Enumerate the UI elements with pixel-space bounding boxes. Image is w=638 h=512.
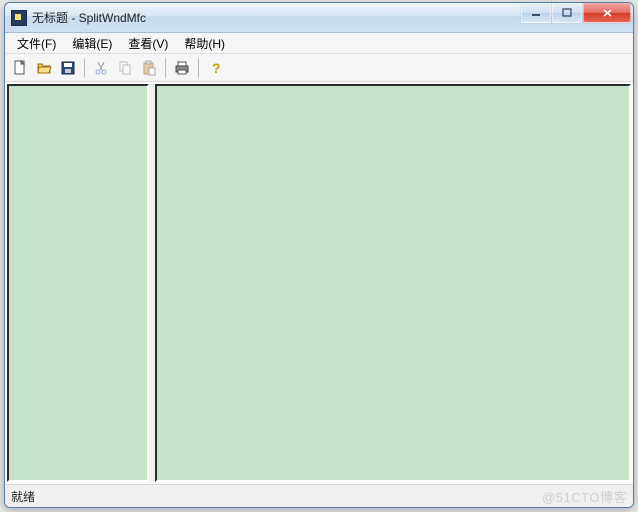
toolbar-separator xyxy=(84,58,85,78)
client-area xyxy=(5,82,633,484)
cut-icon xyxy=(93,60,109,76)
paste-icon xyxy=(141,60,157,76)
window-controls xyxy=(521,3,631,23)
minimize-button[interactable] xyxy=(521,3,551,23)
save-button[interactable] xyxy=(57,57,79,79)
left-pane[interactable] xyxy=(9,86,147,480)
print-button[interactable] xyxy=(171,57,193,79)
toolbar-separator xyxy=(165,58,166,78)
svg-text:?: ? xyxy=(212,60,221,76)
open-file-icon xyxy=(36,60,52,76)
copy-icon xyxy=(117,60,133,76)
menu-view[interactable]: 查看(V) xyxy=(120,33,176,54)
title-bar[interactable]: 无标题 - SplitWndMfc xyxy=(5,3,633,33)
right-pane-frame xyxy=(155,84,631,482)
status-text: 就绪 xyxy=(11,488,542,505)
new-button[interactable] xyxy=(9,57,31,79)
menu-file[interactable]: 文件(F) xyxy=(9,33,64,54)
left-pane-frame xyxy=(7,84,149,482)
toolbar-separator xyxy=(198,58,199,78)
close-icon xyxy=(602,8,613,18)
open-button[interactable] xyxy=(33,57,55,79)
cut-button[interactable] xyxy=(90,57,112,79)
new-file-icon xyxy=(12,60,28,76)
copy-button[interactable] xyxy=(114,57,136,79)
main-window: 无标题 - SplitWndMfc 文件(F) 编辑(E) 查看(V) 帮助(H… xyxy=(4,2,634,508)
help-button[interactable]: ? xyxy=(204,57,226,79)
minimize-icon xyxy=(531,8,541,18)
close-button[interactable] xyxy=(583,3,631,23)
maximize-icon xyxy=(562,8,572,18)
maximize-button[interactable] xyxy=(552,3,582,23)
menu-help[interactable]: 帮助(H) xyxy=(176,33,233,54)
right-pane[interactable] xyxy=(157,86,629,480)
app-icon xyxy=(11,10,27,26)
toolbar: ? xyxy=(5,54,633,82)
status-bar: 就绪 @51CTO博客 xyxy=(5,484,633,507)
window-title: 无标题 - SplitWndMfc xyxy=(32,9,146,26)
menu-edit[interactable]: 编辑(E) xyxy=(64,33,120,54)
help-icon: ? xyxy=(207,60,223,76)
paste-button[interactable] xyxy=(138,57,160,79)
print-icon xyxy=(174,60,190,76)
menu-bar: 文件(F) 编辑(E) 查看(V) 帮助(H) xyxy=(5,33,633,54)
save-icon xyxy=(60,60,76,76)
watermark-text: @51CTO博客 xyxy=(542,487,627,506)
